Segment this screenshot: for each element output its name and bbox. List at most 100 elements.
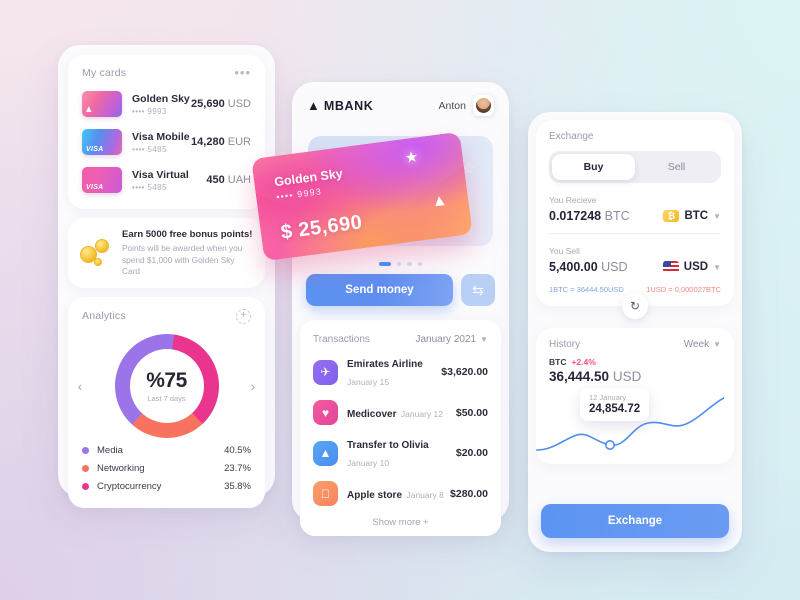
account-panel: ▲ MBANK Anton ☆ Golden Sky •••• 9993 $ 2… xyxy=(251,82,509,536)
history-period-select[interactable]: Week ▼ xyxy=(684,339,721,350)
legend-label: Media xyxy=(97,445,123,456)
carousel-dot-active[interactable] xyxy=(378,261,391,266)
bonus-text: Earn 5000 free bonus points! Points will… xyxy=(122,228,253,278)
carousel-dot[interactable] xyxy=(417,261,423,266)
donut-center: %75 Last 7 days xyxy=(129,348,204,423)
table-row[interactable]: ▲ Transfer to Olivia January 10 $20.00 xyxy=(300,430,501,476)
rate-btc-to-usd: 1BTC = 36444.50USD xyxy=(549,285,624,294)
table-row[interactable]: ✈ Emirates Airline January 15 $3,620.00 xyxy=(300,349,501,395)
analytics-card: Analytics + ‹ %75 Last 7 days › Media 40… xyxy=(68,296,265,508)
you-sell-row: 5,400.00 USD USD ▼ xyxy=(549,260,721,274)
you-receive-label: You Recieve xyxy=(549,195,597,205)
exchange-card: Exchange Buy Sell You Recieve 0.017248 B… xyxy=(536,120,734,319)
heartbeat-icon: ♥ xyxy=(313,400,338,425)
history-price-unit: USD xyxy=(612,369,642,384)
transaction-name: Transfer to Olivia xyxy=(347,440,429,451)
apple-icon:  xyxy=(313,481,338,506)
exchange-panel: Exchange Buy Sell You Recieve 0.017248 B… xyxy=(528,112,742,552)
legend-swatch xyxy=(82,483,89,490)
tab-buy[interactable]: Buy xyxy=(552,154,635,180)
sparkline-marker[interactable] xyxy=(605,439,616,450)
brand-mark-icon: ▴ xyxy=(86,103,92,115)
transactions-period-label: January 2021 xyxy=(415,334,477,345)
airplane-icon: ✈ xyxy=(313,359,338,385)
exchange-button[interactable]: Exchange xyxy=(541,504,729,538)
cards-panel: My cards ••• ▴ Golden Sky •••• 9993 25,6… xyxy=(58,45,275,508)
you-sell-label: You Sell xyxy=(549,246,580,256)
exchange-title: Exchange xyxy=(549,131,594,142)
app-header: ▲ MBANK Anton xyxy=(292,82,509,126)
chevron-left-icon[interactable]: ‹ xyxy=(72,378,88,394)
user-avatar xyxy=(476,98,491,113)
card-info: Golden Sky •••• 9993 xyxy=(122,93,191,116)
star-filled-icon[interactable]: ★ xyxy=(404,147,420,167)
card-name: Visa Mobile xyxy=(132,130,190,143)
brand: ▲ MBANK xyxy=(307,99,373,113)
donut-value: %75 xyxy=(146,368,187,392)
app-canvas: My cards ••• ▴ Golden Sky •••• 9993 25,6… xyxy=(0,0,800,600)
list-item[interactable]: VISA Visa Mobile •••• 5485 14,280 EUR xyxy=(68,123,265,161)
analytics-donut-chart: ‹ %75 Last 7 days › xyxy=(68,330,265,442)
tooltip-value: 24,854.72 xyxy=(589,403,641,415)
table-row[interactable]: ♥ Medicover January 12 $50.00 xyxy=(300,395,501,430)
buy-sell-toggle: Buy Sell xyxy=(549,151,721,183)
card-number-masked: •••• 5485 xyxy=(132,144,167,154)
card-thumbnail: ▴ xyxy=(82,91,122,117)
receive-currency-code: BTC xyxy=(684,210,709,222)
transaction-name: Emirates Airline xyxy=(347,359,423,370)
chevron-down-icon: ▼ xyxy=(713,211,721,221)
user-name: Anton xyxy=(438,99,466,112)
transaction-date: January 12 xyxy=(400,408,443,419)
brand-logo-icon: ▲ xyxy=(307,98,320,113)
analytics-legend: Media 40.5% Networking 23.7% Cryptocurre… xyxy=(68,442,265,496)
visa-logo-icon: VISA xyxy=(86,146,104,153)
list-item: Networking 23.7% xyxy=(82,460,251,478)
tab-sell[interactable]: Sell xyxy=(635,154,718,180)
you-sell-amount[interactable]: 5,400.00 USD xyxy=(549,260,628,274)
transaction-info: Emirates Airline January 15 xyxy=(338,354,441,390)
show-more-button[interactable]: Show more + xyxy=(300,511,501,528)
legend-value: 35.8% xyxy=(224,481,251,492)
avatar[interactable] xyxy=(473,95,494,116)
card-name: Visa Virtual xyxy=(132,168,189,181)
table-row[interactable]:  Apple store January 8 $280.00 xyxy=(300,476,501,511)
history-title: History xyxy=(549,339,581,350)
receive-currency-select[interactable]: ₿ BTC ▼ xyxy=(663,210,721,222)
analytics-title: Analytics xyxy=(82,310,126,322)
tooltip-date: 12 January xyxy=(589,393,627,402)
legend-value: 23.7% xyxy=(224,463,251,474)
transactions-period-select[interactable]: January 2021 ▼ xyxy=(415,334,488,345)
chevron-down-icon: ▼ xyxy=(480,335,488,344)
carousel-dot[interactable] xyxy=(407,261,412,266)
card-carousel[interactable]: ☆ Golden Sky •••• 9993 $ 25,690 ★ ▴ xyxy=(251,126,509,268)
history-header: History Week ▼ xyxy=(549,339,721,350)
brand-name: MBANK xyxy=(323,98,374,113)
card-name: Golden Sky xyxy=(132,92,190,105)
list-item[interactable]: ▴ Golden Sky •••• 9993 25,690 USD xyxy=(68,85,265,123)
carousel-dot[interactable] xyxy=(396,261,402,266)
visa-logo-icon: VISA xyxy=(86,184,104,191)
bonus-promo-card[interactable]: Earn 5000 free bonus points! Points will… xyxy=(68,218,265,288)
send-money-button[interactable]: Send money xyxy=(306,274,453,306)
legend-label: Networking xyxy=(97,463,145,474)
you-receive-amount[interactable]: 0.017248 BTC xyxy=(549,209,630,223)
transaction-date: January 10 xyxy=(347,458,390,468)
more-horizontal-icon[interactable]: ••• xyxy=(234,66,251,79)
legend-swatch xyxy=(82,465,89,472)
swap-arrows-icon[interactable]: ⇆ xyxy=(461,274,495,306)
card-balance: 14,280 EUR xyxy=(191,136,251,148)
legend-value: 40.5% xyxy=(224,445,251,456)
sell-currency-select[interactable]: USD ▼ xyxy=(662,261,721,273)
transactions-card: Transactions January 2021 ▼ ✈ Emirates A… xyxy=(300,320,501,536)
refresh-swap-icon[interactable]: ↻ xyxy=(622,293,648,319)
plus-circle-icon[interactable]: + xyxy=(236,308,251,324)
user-menu[interactable]: Anton xyxy=(439,95,494,116)
transaction-amount: $50.00 xyxy=(455,406,488,419)
carousel-dots[interactable] xyxy=(292,261,509,266)
list-item[interactable]: VISA Visa Virtual •••• 5485 450 UAH xyxy=(68,161,265,199)
chevron-right-icon[interactable]: › xyxy=(245,378,261,394)
card-currency: USD xyxy=(227,98,251,110)
transaction-info: Medicover January 12 xyxy=(338,404,456,422)
card-balance: 450 UAH xyxy=(206,174,251,186)
you-sell-unit: USD xyxy=(601,260,628,274)
